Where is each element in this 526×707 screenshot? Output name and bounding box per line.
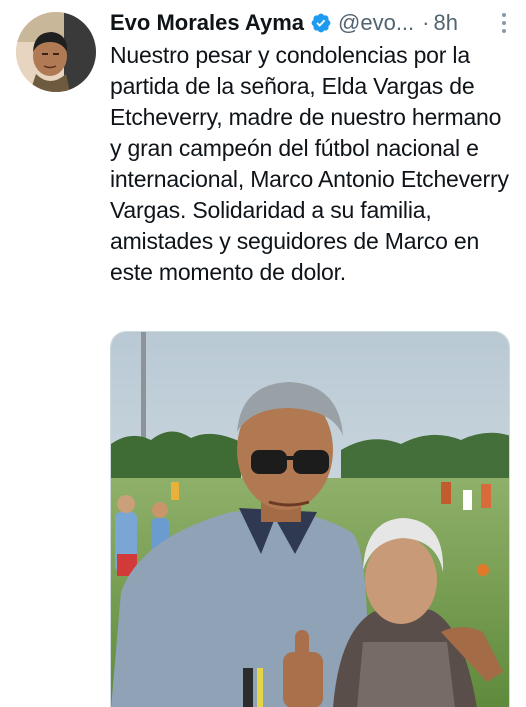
tweet-timestamp[interactable]: 8h — [433, 10, 457, 36]
tweet-text: Nuestro pesar y condolencias por la part… — [110, 42, 509, 285]
header-separator: · — [422, 10, 430, 35]
photo-image — [111, 332, 509, 707]
verified-badge-icon — [311, 13, 331, 33]
author-display-name[interactable]: Evo Morales Ayma — [110, 10, 304, 36]
author-avatar[interactable] — [16, 12, 96, 92]
more-options-icon[interactable] — [496, 11, 512, 35]
tweet-header: Evo Morales Ayma @evo... · 8h — [110, 6, 512, 40]
tweet-photo[interactable] — [110, 331, 510, 707]
avatar-image — [16, 12, 96, 92]
author-handle[interactable]: @evo... — [338, 10, 414, 36]
tweet[interactable]: Evo Morales Ayma @evo... · 8h Nuestro pe… — [0, 0, 526, 707]
